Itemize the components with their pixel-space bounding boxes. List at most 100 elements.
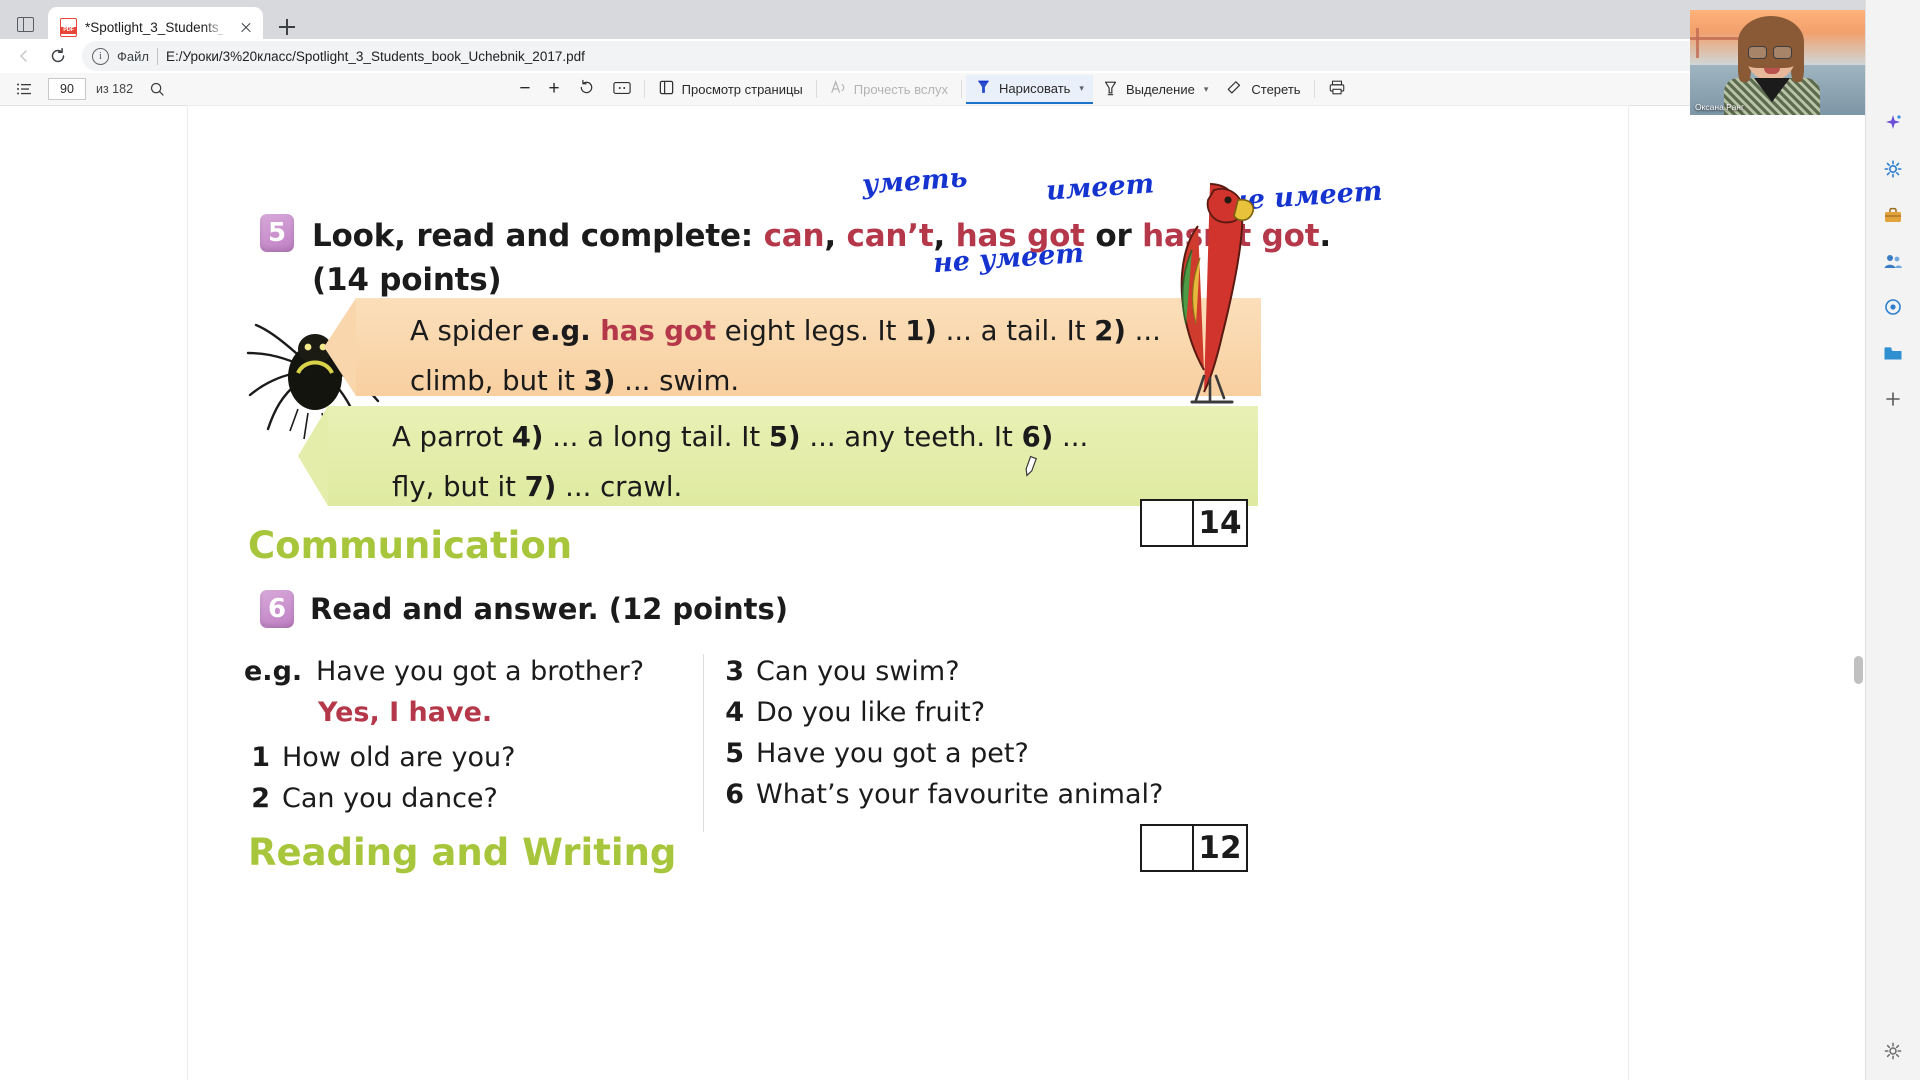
file-scheme-label: Файл xyxy=(117,48,149,64)
t: ... swim. xyxy=(615,365,740,398)
exercise-number-badge: 6 xyxy=(260,590,294,628)
draw-button[interactable]: Нарисовать ▾ xyxy=(966,74,1093,104)
settings-icon[interactable] xyxy=(1878,1036,1908,1066)
spider-sentence: A spider e.g. has got eight legs. It 1) … xyxy=(410,302,1270,406)
read-aloud-button[interactable]: Прочесть вслух xyxy=(821,76,957,102)
eraser-icon xyxy=(1226,79,1244,99)
keyword-can: can xyxy=(763,218,825,254)
chevron-down-icon[interactable]: ▾ xyxy=(1079,83,1084,94)
highlighter-icon xyxy=(1102,79,1119,100)
question-number: 5 xyxy=(725,738,744,770)
divider xyxy=(643,80,645,98)
annotation-umet: уметь xyxy=(861,162,969,201)
section-heading-reading-writing: Reading and Writing xyxy=(248,831,677,874)
blank-7: 7) xyxy=(524,471,557,504)
divider xyxy=(1313,80,1315,98)
page-view-button[interactable]: Просмотр страницы xyxy=(649,76,812,102)
exercise-number-badge: 5 xyxy=(260,214,294,252)
t: ... xyxy=(1053,421,1089,453)
tab-search-icon[interactable] xyxy=(6,5,44,43)
pen-icon xyxy=(975,78,992,99)
info-icon: i xyxy=(92,47,109,65)
browser-window: *Spotlight_3_Students_book_Uch i Файл E xyxy=(0,0,1865,1080)
parrot-sentence: A parrot 4) ... a long tail. It 5) ... a… xyxy=(392,408,1272,512)
pdf-toolbar: 90 из 182 − + Просмотр страницы Прочесть… xyxy=(0,73,1865,106)
pdf-file-icon xyxy=(60,17,77,37)
t: A spider xyxy=(410,315,532,347)
erase-label: Стереть xyxy=(1251,81,1301,97)
divider xyxy=(156,47,158,65)
t: ... a tail. It xyxy=(936,315,1095,347)
url-omnibox[interactable]: i Файл E:/Уроки/3%20класс/Spotlight_3_St… xyxy=(82,41,1851,71)
t: ... xyxy=(1125,315,1161,347)
score-max: 12 xyxy=(1198,830,1242,866)
gear-icon[interactable] xyxy=(1878,154,1908,184)
question-text: How old are you? xyxy=(282,742,516,774)
person-hair xyxy=(1738,16,1804,68)
question-number: e.g. xyxy=(244,656,303,687)
vertical-scrollbar[interactable] xyxy=(1851,212,1865,1080)
blank-2: 2) xyxy=(1094,315,1126,347)
zoom-out-button[interactable]: − xyxy=(510,76,539,102)
keyword-cant: can’t xyxy=(846,218,934,254)
t: ... any teeth. It xyxy=(800,421,1022,453)
erase-button[interactable]: Стереть xyxy=(1217,76,1309,102)
blank-6: 6) xyxy=(1021,421,1054,453)
zoom-in-button[interactable]: + xyxy=(540,76,569,102)
instruction-text: Look, read and complete: xyxy=(312,218,764,254)
copilot-icon[interactable] xyxy=(1878,108,1908,138)
list-item: 4 Do you like fruit? xyxy=(718,692,1188,733)
divider xyxy=(815,80,817,98)
t: ... a long tail. It xyxy=(543,421,769,453)
add-icon[interactable] xyxy=(1878,384,1908,414)
list-item: 6 What’s your favourite animal? xyxy=(718,774,1188,815)
read-aloud-label: Прочесть вслух xyxy=(853,81,948,97)
page-view-icon xyxy=(658,79,675,99)
glasses-right-lens xyxy=(1773,46,1792,59)
chevron-down-icon[interactable]: ▾ xyxy=(1204,84,1209,95)
print-icon xyxy=(1328,79,1346,99)
question-text: Can you swim? xyxy=(756,656,960,687)
t: A parrot xyxy=(392,421,512,453)
rotate-button[interactable] xyxy=(569,76,604,102)
webcam-overlay[interactable]: Оксана Ранг xyxy=(1690,10,1865,115)
question-text: What’s your favourite animal? xyxy=(756,779,1164,811)
settings-gear-icon[interactable] xyxy=(1878,292,1908,322)
toolbox-icon[interactable] xyxy=(1878,200,1908,230)
question-text: Do you like fruit? xyxy=(756,697,986,729)
score-box-exercise-6: 12 xyxy=(1140,824,1248,872)
close-icon[interactable] xyxy=(235,16,257,38)
people-icon[interactable] xyxy=(1878,246,1908,276)
keyword-has-got: has got xyxy=(955,218,1085,254)
blank-1: 1) xyxy=(905,315,937,347)
score-blank[interactable] xyxy=(1142,826,1194,870)
question-text: Have you got a pet? xyxy=(756,738,1029,770)
list-item: 1 How old are you? xyxy=(244,737,744,778)
highlight-label: Выделение xyxy=(1125,81,1195,97)
t: ... crawl. xyxy=(556,471,683,504)
folder-icon[interactable] xyxy=(1878,338,1908,368)
answer-has-got: has got xyxy=(590,315,717,347)
pdf-viewer[interactable]: уметь имеет не имеет не умеет 5 Look, re… xyxy=(0,106,1865,1080)
eg-label: e.g. xyxy=(531,315,591,347)
question-number: 4 xyxy=(725,697,744,729)
divider xyxy=(961,80,962,98)
question-number: 1 xyxy=(251,742,270,774)
highlight-button[interactable]: Выделение ▾ xyxy=(1093,76,1217,102)
minus-icon: − xyxy=(519,78,531,99)
glasses-left-lens xyxy=(1748,46,1767,59)
sep: , xyxy=(824,218,847,254)
read-aloud-icon xyxy=(830,79,847,99)
tab-title: *Spotlight_3_Students_book_Uch xyxy=(85,19,227,35)
scrollbar-thumb[interactable] xyxy=(1854,656,1863,684)
section-heading-communication: Communication xyxy=(248,524,573,567)
print-button[interactable] xyxy=(1319,76,1355,102)
fit-page-button[interactable] xyxy=(604,76,640,102)
example-answer: Yes, I have. xyxy=(318,697,493,729)
reload-icon[interactable] xyxy=(42,40,74,72)
sep: . xyxy=(1319,218,1331,254)
back-arrow-icon[interactable] xyxy=(8,40,40,72)
question-number: 2 xyxy=(251,783,270,815)
rotate-icon xyxy=(578,79,595,99)
exercise-6-title: Read and answer. (12 points) xyxy=(310,592,789,626)
